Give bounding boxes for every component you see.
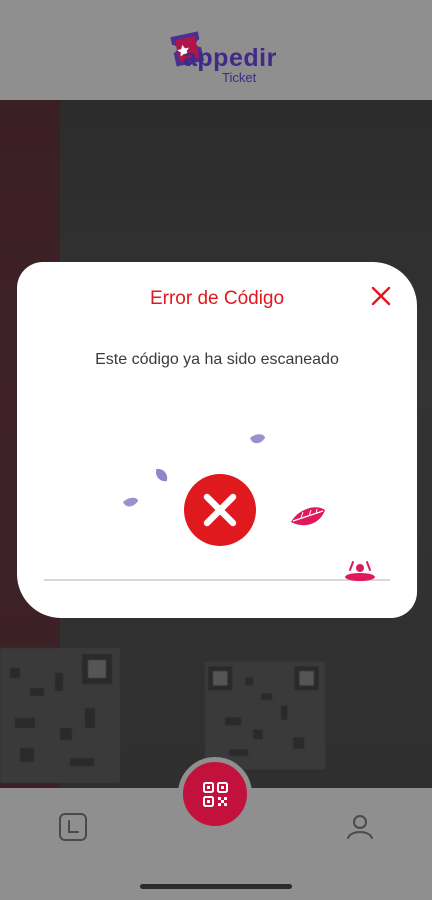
home-indicator xyxy=(140,884,292,889)
leaf-top-icon xyxy=(156,468,168,482)
error-dialog: Error de Código Este código ya ha sido e… xyxy=(17,262,417,618)
dialog-title: Error de Código xyxy=(149,288,285,309)
profile-icon[interactable] xyxy=(345,812,375,842)
splash-icon xyxy=(345,561,375,581)
scan-qr-button[interactable] xyxy=(178,757,252,831)
close-icon[interactable] xyxy=(369,284,393,308)
history-icon[interactable] xyxy=(58,812,88,842)
leaf-top-icon xyxy=(250,434,265,444)
qr-scan-icon xyxy=(203,782,228,807)
app-header: appedir Ticket xyxy=(0,0,432,100)
error-x-icon xyxy=(184,474,256,546)
leaf-right-icon xyxy=(291,507,325,526)
header-torn-edge xyxy=(0,96,432,104)
leaf-left-icon xyxy=(123,497,138,507)
error-illustration xyxy=(44,434,390,581)
logo-wordmark: appedir xyxy=(183,44,277,72)
logo-subtitle: Ticket xyxy=(222,70,257,85)
qr-code-left xyxy=(0,648,120,783)
dialog-message: Este código ya ha sido escaneado xyxy=(95,351,339,368)
